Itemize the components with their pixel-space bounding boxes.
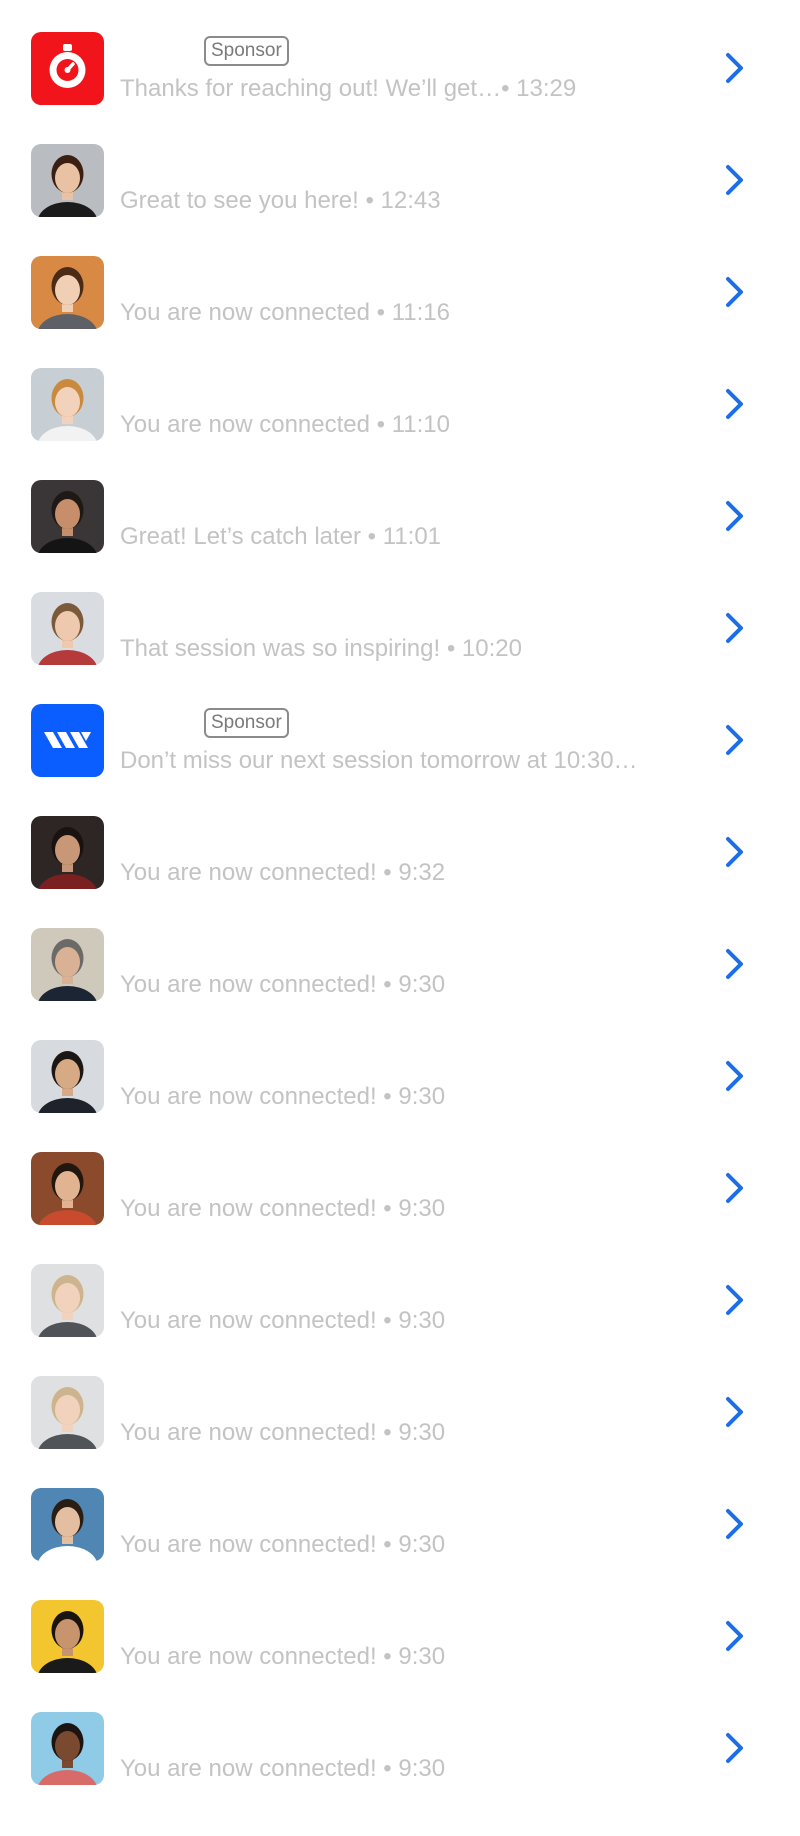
avatar	[31, 1376, 104, 1449]
avatar	[31, 1600, 104, 1673]
chevron-right-icon[interactable]	[722, 947, 748, 981]
message-preview: You are now connected! • 9:30	[120, 1195, 446, 1222]
conversation-row[interactable]: Great! Let’s catch later • 11:01	[0, 472, 800, 584]
message-preview: You are now connected! • 9:30	[120, 1307, 446, 1334]
message-preview: You are now connected! • 9:30	[120, 1083, 446, 1110]
avatar	[31, 1488, 104, 1561]
chevron-right-icon[interactable]	[722, 1171, 748, 1205]
conversation-row[interactable]: You are now connected! • 9:30	[0, 1032, 800, 1144]
conversation-row[interactable]: You are now connected! • 9:30	[0, 1592, 800, 1704]
title-area: Sponsor	[204, 36, 289, 66]
conversation-row[interactable]: Sponsor Thanks for reaching out! We’ll ge…	[0, 24, 800, 136]
chevron-right-icon[interactable]	[722, 611, 748, 645]
chevron-right-icon[interactable]	[722, 1283, 748, 1317]
chevron-right-icon[interactable]	[722, 51, 748, 85]
conversation-row[interactable]: You are now connected! • 9:30	[0, 1256, 800, 1368]
message-preview: Great! Let’s catch later • 11:01	[120, 523, 442, 550]
conversation-row[interactable]: Great to see you here! • 12:43	[0, 136, 800, 248]
avatar	[31, 144, 104, 217]
conversation-row[interactable]: You are now connected! • 9:32	[0, 808, 800, 920]
message-preview: You are now connected! • 9:30	[120, 1531, 446, 1558]
avatar	[31, 1152, 104, 1225]
message-preview: Great to see you here! • 12:43	[120, 187, 441, 214]
avatar	[31, 1040, 104, 1113]
title-area: Sponsor	[204, 708, 289, 738]
conversation-row[interactable]: That session was so inspiring! • 10:20	[0, 584, 800, 696]
chevron-right-icon[interactable]	[722, 1395, 748, 1429]
conversation-row[interactable]: You are now connected! • 9:30	[0, 1480, 800, 1592]
avatar	[31, 256, 104, 329]
message-preview: You are now connected! • 9:30	[120, 971, 446, 998]
chevron-right-icon[interactable]	[722, 499, 748, 533]
avatar	[31, 816, 104, 889]
avatar	[31, 1712, 104, 1785]
conversation-row[interactable]: You are now connected! • 9:30	[0, 920, 800, 1032]
conversation-row[interactable]: You are now connected! • 9:30	[0, 1368, 800, 1480]
chevron-right-icon[interactable]	[722, 835, 748, 869]
conversation-list: Sponsor Thanks for reaching out! We’ll ge…	[0, 0, 800, 1816]
message-preview: That session was so inspiring! • 10:20	[120, 635, 522, 662]
message-preview: You are now connected! • 9:32	[120, 859, 446, 886]
avatar	[31, 1264, 104, 1337]
message-preview: You are now connected! • 9:30	[120, 1643, 446, 1670]
chevron-right-icon[interactable]	[722, 1507, 748, 1541]
chevron-right-icon[interactable]	[722, 723, 748, 757]
conversation-row[interactable]: You are now connected • 11:10	[0, 360, 800, 472]
conversation-row[interactable]: You are now connected! • 9:30	[0, 1704, 800, 1816]
chevron-right-icon[interactable]	[722, 1619, 748, 1653]
avatar	[31, 592, 104, 665]
stopwatch-logo-icon	[31, 32, 104, 105]
conversation-row[interactable]: You are now connected • 11:16	[0, 248, 800, 360]
chevron-right-icon[interactable]	[722, 387, 748, 421]
message-preview: Thanks for reaching out! We’ll get…• 13:…	[120, 75, 577, 102]
message-preview: You are now connected • 11:16	[120, 299, 450, 326]
conversation-row[interactable]: Sponsor Don’t miss our next session tomor…	[0, 696, 800, 808]
message-preview: You are now connected • 11:10	[120, 411, 450, 438]
chevron-right-icon[interactable]	[722, 275, 748, 309]
avatar	[31, 480, 104, 553]
sponsor-badge: Sponsor	[204, 36, 289, 66]
conversation-row[interactable]: You are now connected! • 9:30	[0, 1144, 800, 1256]
message-preview: Don’t miss our next session tomorrow at …	[120, 747, 638, 774]
chevron-right-icon[interactable]	[722, 1731, 748, 1765]
avatar	[31, 368, 104, 441]
stripes-logo-icon	[31, 704, 104, 777]
chevron-right-icon[interactable]	[722, 163, 748, 197]
avatar	[31, 928, 104, 1001]
message-preview: You are now connected! • 9:30	[120, 1755, 446, 1782]
chevron-right-icon[interactable]	[722, 1059, 748, 1093]
message-preview: You are now connected! • 9:30	[120, 1419, 446, 1446]
sponsor-badge: Sponsor	[204, 708, 289, 738]
